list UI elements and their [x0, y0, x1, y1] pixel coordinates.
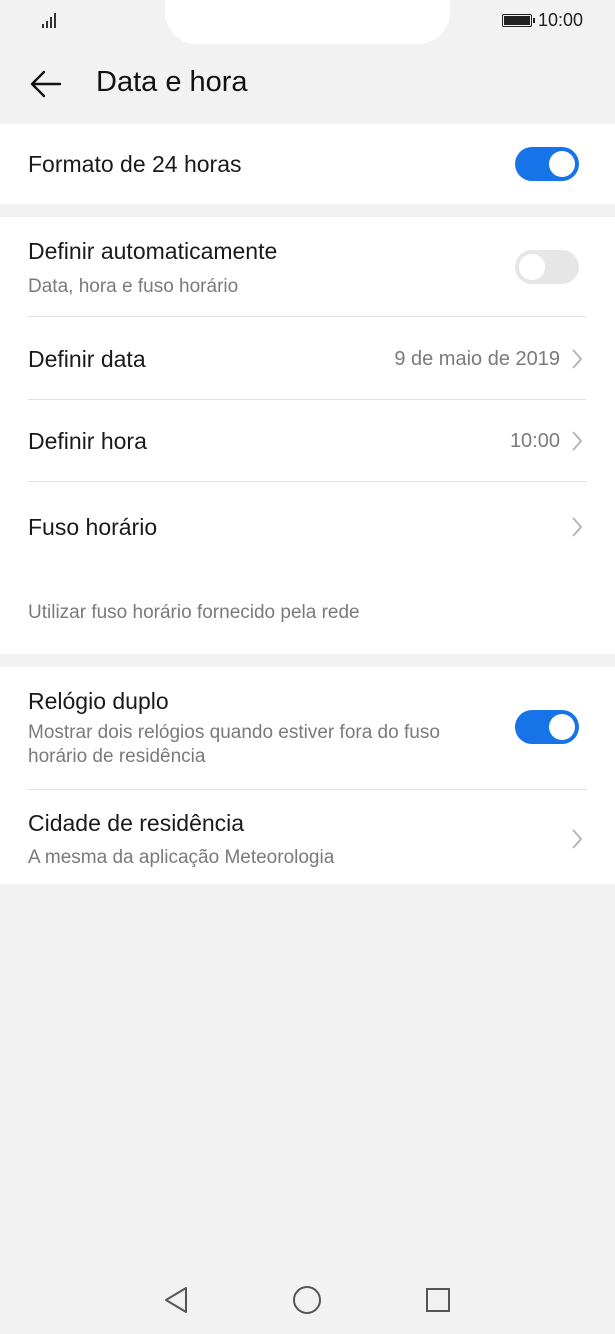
arrow-left-icon[interactable]: [28, 66, 64, 102]
battery-icon: [501, 14, 535, 27]
row-set-time[interactable]: Definir hora 10:00: [0, 400, 615, 481]
row-label: Definir data: [28, 346, 146, 372]
row-value: 9 de maio de 2019: [394, 348, 560, 370]
toggle-dual-clock[interactable]: [515, 710, 579, 744]
signal-icon: [42, 12, 56, 28]
row-label: Fuso horário: [28, 514, 158, 540]
row-label: Definir hora: [28, 428, 147, 454]
card-date-time: Definir automaticamente Data, hora e fus…: [0, 217, 615, 654]
toggle-knob: [549, 714, 575, 740]
row-sublabel: Mostrar dois relógios quando estiver for…: [28, 722, 440, 767]
chevron-right-icon: [572, 349, 583, 369]
card-dual-clock: Relógio duplo Mostrar dois relógios quan…: [0, 667, 615, 884]
row-timezone[interactable]: Fuso horário: [0, 482, 615, 572]
row-24h-format[interactable]: Formato de 24 horas: [0, 124, 615, 204]
row-sublabel: Data, hora e fuso horário: [28, 276, 239, 297]
row-dual-clock[interactable]: Relógio duplo Mostrar dois relógios quan…: [0, 667, 615, 789]
display-notch: [165, 0, 450, 44]
navigation-bar: [0, 1270, 615, 1334]
row-label: Formato de 24 horas: [28, 151, 242, 177]
status-bar: 10:00: [0, 0, 615, 44]
square-recent-icon[interactable]: [422, 1284, 454, 1316]
toggle-auto-set[interactable]: [515, 250, 579, 284]
row-home-city[interactable]: Cidade de residência A mesma da aplicaçã…: [0, 790, 615, 884]
row-value: 10:00: [509, 430, 560, 452]
toggle-knob: [519, 254, 545, 280]
status-right: 10:00: [501, 10, 583, 31]
chevron-right-icon: [572, 829, 583, 849]
toggle-knob: [549, 151, 575, 177]
triangle-back-icon[interactable]: [160, 1284, 192, 1316]
app-header: Data e hora: [0, 44, 615, 124]
circle-home-icon[interactable]: [291, 1284, 323, 1316]
row-label: Cidade de residência: [28, 810, 245, 836]
toggle-24h-format[interactable]: [515, 147, 579, 181]
row-sublabel: A mesma da aplicação Meteorologia: [28, 847, 335, 868]
status-time: 10:00: [537, 10, 583, 30]
page-title: Data e hora: [96, 66, 248, 98]
card-format: Formato de 24 horas: [0, 124, 615, 204]
row-auto-set[interactable]: Definir automaticamente Data, hora e fus…: [0, 217, 615, 317]
timezone-hint: Utilizar fuso horário fornecido pela red…: [28, 602, 360, 623]
row-set-date[interactable]: Definir data 9 de maio de 2019: [0, 317, 615, 399]
chevron-right-icon: [572, 517, 583, 537]
row-label: Relógio duplo: [28, 688, 169, 714]
row-label: Definir automaticamente: [28, 238, 278, 264]
chevron-right-icon: [572, 431, 583, 451]
